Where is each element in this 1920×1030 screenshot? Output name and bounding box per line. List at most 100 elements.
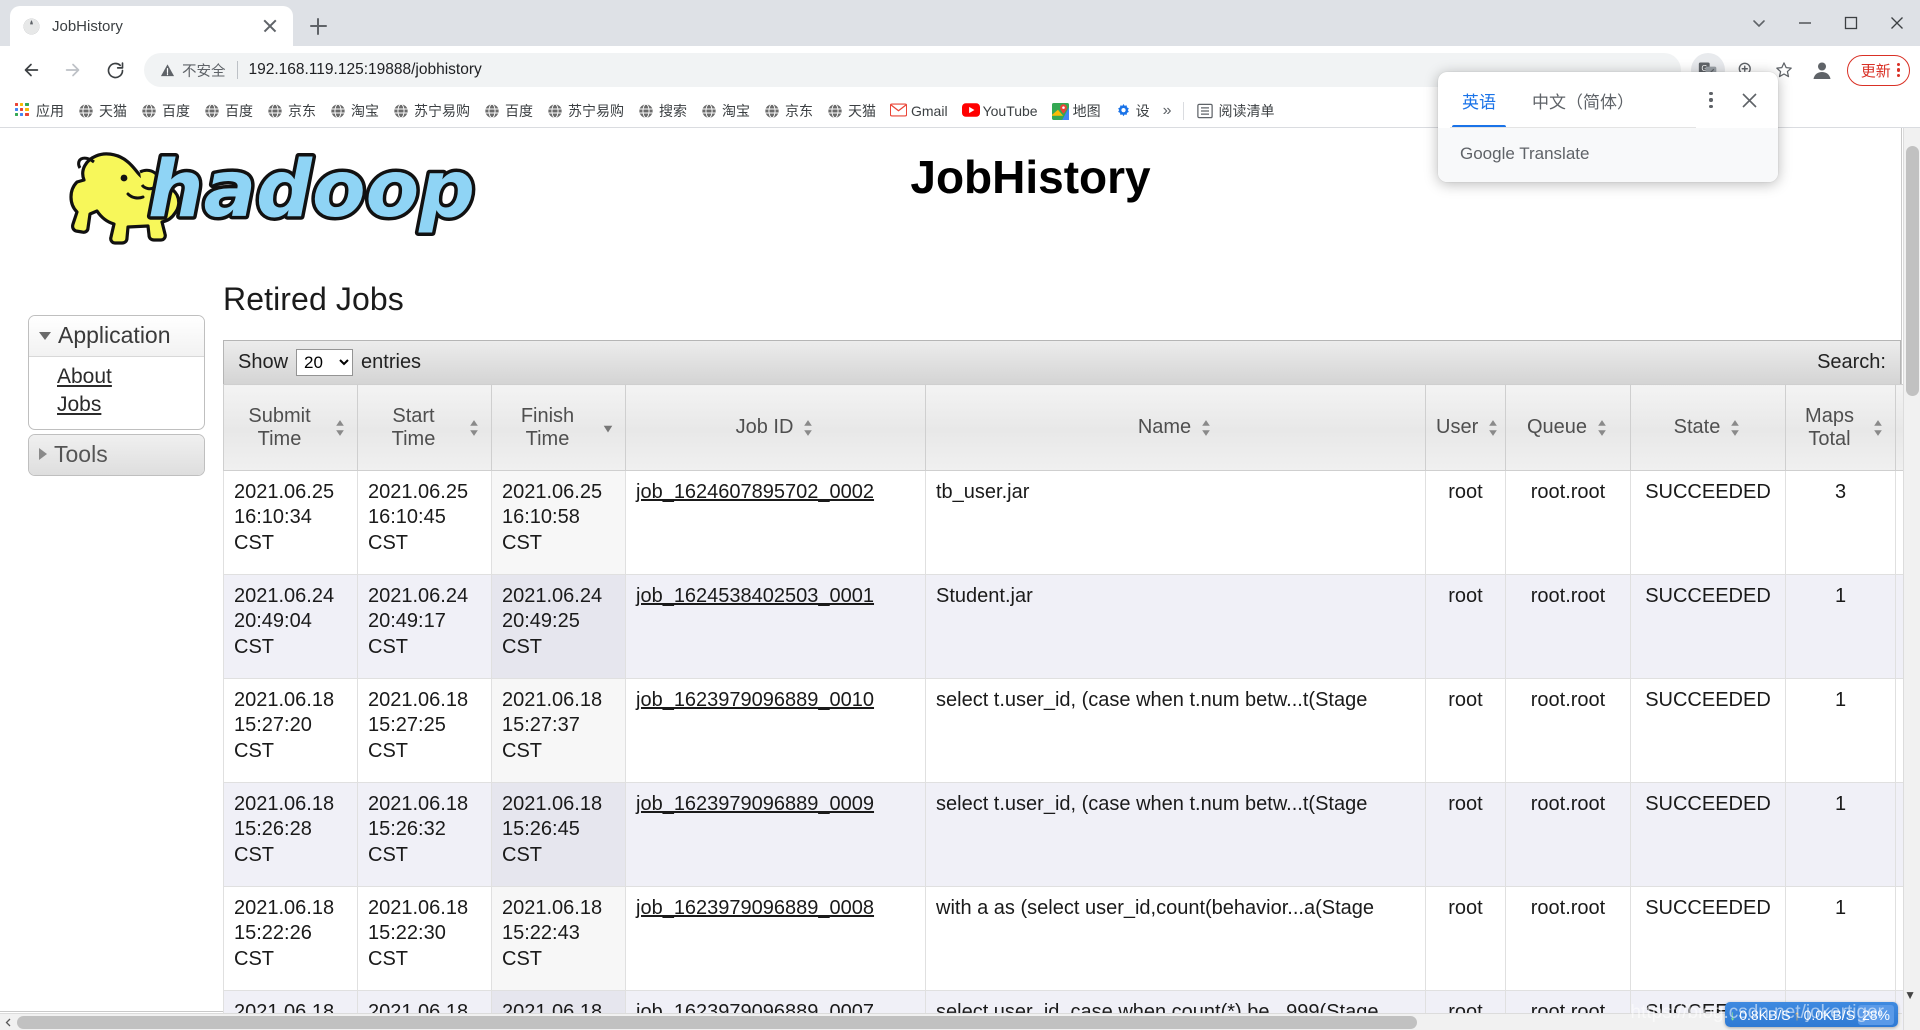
bookmark-item[interactable]: 地图 (1045, 97, 1108, 125)
bookmark-label: 百度 (162, 102, 190, 119)
tab-close-icon[interactable] (259, 15, 281, 37)
column-header-label: Name (1137, 416, 1192, 438)
bookmark-item[interactable]: 搜索 (631, 97, 694, 125)
bookmark-item[interactable]: 百度 (197, 97, 260, 125)
column-header-finish-time[interactable]: Finish Time (491, 384, 626, 471)
bookmark-label: 京东 (288, 102, 316, 119)
vertical-scrollbar[interactable] (1903, 128, 1920, 1030)
column-header-submit-time[interactable]: Submit Time (223, 384, 358, 471)
update-button[interactable]: 更新 (1846, 54, 1910, 86)
scroll-left-arrow-icon[interactable] (0, 1014, 17, 1030)
cell-state: SUCCEEDED (1630, 782, 1786, 887)
sort-both-icon (470, 419, 478, 436)
bookmark-item[interactable]: 苏宁易购 (386, 97, 477, 125)
back-arrow-icon[interactable] (13, 52, 49, 88)
cell-start-time: 2021.06.25 16:10:45 CST (357, 470, 492, 575)
kebab-menu-icon[interactable] (1896, 62, 1900, 78)
bookmark-item[interactable]: 淘宝 (323, 97, 386, 125)
cell-job-id[interactable]: job_1624538402503_0001 (625, 574, 926, 679)
apps-grid-icon (15, 102, 31, 119)
cell-name: select t.user_id, (case when t.num betw.… (925, 678, 1426, 783)
bookmark-item[interactable]: 苏宁易购 (540, 97, 631, 125)
translate-tab-chinese[interactable]: 中文（简体） (1514, 72, 1652, 128)
job-id-link[interactable]: job_1624607895702_0002 (636, 481, 874, 503)
triangle-right-icon (39, 448, 47, 461)
cpu-percent: 28% (1857, 1004, 1894, 1025)
entries-per-page-select[interactable]: 20406080100 (296, 349, 354, 376)
cell-job-id[interactable]: job_1623979096889_0010 (625, 678, 926, 783)
sidebar-item-tools[interactable]: Tools (29, 434, 204, 475)
new-tab-button[interactable] (301, 9, 335, 43)
kebab-menu-icon[interactable] (1694, 83, 1728, 117)
cell-job-id[interactable]: job_1624607895702_0002 (625, 470, 926, 575)
bookmarks-overflow-icon[interactable]: » (1157, 102, 1178, 120)
bookmark-item[interactable]: 百度 (134, 97, 197, 125)
jobs-table: Submit Time Start Time Finish Time Job ID Na… (223, 384, 1920, 1030)
job-id-link[interactable]: job_1623979096889_0008 (636, 897, 874, 919)
length-prefix-label: Show (238, 351, 289, 373)
job-id-link[interactable]: job_1624538402503_0001 (636, 585, 874, 607)
vertical-scrollbar-thumb[interactable] (1906, 146, 1919, 396)
bookmark-item[interactable]: YouTube (955, 97, 1045, 125)
translate-actions (1694, 83, 1772, 117)
cell-queue: root.root (1505, 782, 1631, 887)
scrollbar-track[interactable] (17, 1014, 1885, 1030)
bookmarks-divider (1183, 101, 1185, 120)
table-row: 2021.06.25 16:10:34 CST 2021.06.25 16:10:… (223, 470, 1920, 575)
cell-finish-time: 2021.06.18 15:22:43 CST (491, 886, 626, 991)
column-header-user[interactable]: User (1425, 384, 1506, 471)
column-header-label: Finish Time (520, 404, 575, 450)
nav-group-tools: Tools (28, 433, 205, 476)
sidebar-item-application[interactable]: Application (29, 316, 204, 357)
bookmark-item[interactable]: 天猫 (71, 97, 134, 125)
cell-finish-time: 2021.06.18 15:26:45 CST (491, 782, 626, 887)
horizontal-scrollbar[interactable] (0, 1013, 1902, 1030)
column-header-maps-total[interactable]: Maps Total (1785, 384, 1896, 471)
reading-list-button[interactable]: 阅读清单 (1190, 97, 1281, 125)
column-header-start-time[interactable]: Start Time (357, 384, 492, 471)
page-body: Application About Jobs Tools Retired Job… (0, 253, 1920, 1030)
caret-down-icon[interactable] (1736, 0, 1782, 46)
sidebar-group-label: Application (58, 322, 171, 348)
window-close-icon[interactable] (1874, 0, 1920, 46)
close-icon[interactable] (1732, 83, 1766, 117)
job-id-link[interactable]: job_1623979096889_0010 (636, 689, 874, 711)
bookmark-item[interactable]: Gmail (883, 97, 955, 125)
sidebar-link-jobs[interactable]: Jobs (57, 391, 204, 419)
cell-finish-time: 2021.06.18 15:27:37 CST (491, 678, 626, 783)
bookmark-item[interactable]: 设 (1108, 97, 1157, 125)
bookmark-item[interactable]: 天猫 (820, 97, 883, 125)
job-id-link[interactable]: job_1623979096889_0009 (636, 793, 874, 815)
bookmark-label: 百度 (505, 102, 533, 119)
column-header-job-id[interactable]: Job ID (625, 384, 926, 471)
profile-avatar-icon[interactable] (1805, 53, 1839, 87)
column-header-label: Start Time (391, 404, 436, 450)
reload-icon[interactable] (97, 52, 133, 88)
horizontal-scrollbar-thumb[interactable] (17, 1015, 1417, 1029)
page-viewport: hadoop hadoop JobHistory Application Abo… (0, 128, 1920, 1030)
bookmark-item[interactable]: 应用 (8, 97, 71, 125)
cell-job-id[interactable]: job_1623979096889_0008 (625, 886, 926, 991)
minimize-icon[interactable] (1782, 0, 1828, 46)
cell-maps-total: 1 (1785, 782, 1896, 887)
column-header-state[interactable]: State (1630, 384, 1786, 471)
globe-icon (701, 103, 717, 119)
maximize-icon[interactable] (1828, 0, 1874, 46)
tray-caret-icon[interactable]: ▼ (1904, 988, 1916, 1002)
network-speed-widget[interactable]: ↓ 0.8KB/S ↑ 0.0KB/S 28% (1725, 1002, 1898, 1027)
bookmark-item[interactable]: 京东 (757, 97, 820, 125)
bookmark-item[interactable]: 淘宝 (694, 97, 757, 125)
column-header-queue[interactable]: Queue (1505, 384, 1631, 471)
bookmark-item[interactable]: 百度 (477, 97, 540, 125)
forward-arrow-icon[interactable] (55, 52, 91, 88)
update-label: 更新 (1860, 62, 1891, 80)
cell-job-id[interactable]: job_1623979096889_0009 (625, 782, 926, 887)
bookmark-item[interactable]: 京东 (260, 97, 323, 125)
cell-queue: root.root (1505, 574, 1631, 679)
cell-state: SUCCEEDED (1630, 886, 1786, 991)
browser-tab[interactable]: JobHistory (10, 6, 293, 46)
sidebar-link-about[interactable]: About (57, 363, 204, 391)
length-suffix-label: entries (361, 351, 422, 373)
translate-tab-english[interactable]: 英语 (1444, 72, 1514, 128)
column-header-name[interactable]: Name (925, 384, 1426, 471)
